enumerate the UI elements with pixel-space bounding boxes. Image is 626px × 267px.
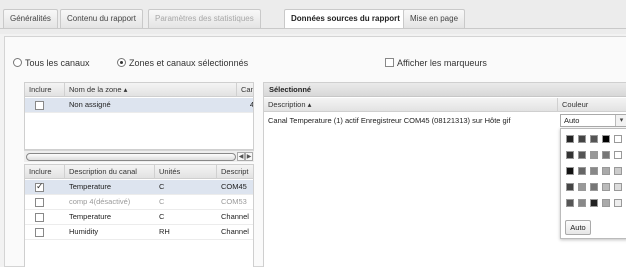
col-zone-name-label: Nom de la zone <box>69 85 122 94</box>
color-swatch[interactable] <box>578 135 586 143</box>
color-swatch[interactable] <box>566 183 574 191</box>
color-swatch[interactable] <box>590 151 598 159</box>
radio-circle-selected-icon[interactable] <box>117 58 126 67</box>
col-include-header[interactable]: Inclure <box>25 83 65 97</box>
tab-donnees-sources[interactable]: Données sources du rapport <box>284 9 407 29</box>
channel-extra: COM53 <box>221 197 247 206</box>
col-color-header[interactable]: Couleur <box>558 98 626 112</box>
color-swatch[interactable] <box>578 199 586 207</box>
channel-description: Temperature <box>69 212 112 221</box>
zone-row[interactable]: Non assigné 4 <box>25 98 253 113</box>
tab-content-panel: Tous les canaux Zones et canaux sélectio… <box>4 36 626 267</box>
channel-extra: Channel <box>221 212 249 221</box>
color-swatch[interactable] <box>566 135 574 143</box>
arrow-left-icon[interactable]: ◀ <box>237 152 245 161</box>
color-swatch[interactable] <box>602 199 610 207</box>
col-units-header[interactable]: Unités <box>155 165 217 179</box>
color-swatch[interactable] <box>614 151 622 159</box>
col-channel-description-header[interactable]: Description du canal <box>65 165 155 179</box>
channel-row[interactable]: comp 4(désactivé) C COM53 <box>25 195 253 210</box>
channel-description: Temperature <box>69 182 112 191</box>
color-swatch[interactable] <box>590 199 598 207</box>
zones-grid-header: Inclure Nom de la zone ▴ Can <box>25 83 253 97</box>
selected-channel-description: Canal Temperature (1) actif Enregistreur… <box>268 116 511 125</box>
channel-unit: RH <box>159 227 170 236</box>
tab-parametres-statistiques: Paramètres des statistiques <box>148 9 261 28</box>
col-description-header[interactable]: Description ▴ <box>264 98 558 112</box>
arrow-right-icon[interactable]: ▶ <box>245 152 253 161</box>
tab-divider <box>0 28 626 29</box>
color-swatch[interactable] <box>578 151 586 159</box>
selected-grid-header: Description ▴ Couleur <box>264 98 626 112</box>
include-checkbox[interactable] <box>35 213 44 222</box>
color-swatch[interactable] <box>602 151 610 159</box>
channel-row[interactable]: Humidity RH Channel <box>25 225 253 240</box>
auto-color-button[interactable]: Auto <box>565 220 591 235</box>
radio-selected-zones-label: Zones et canaux sélectionnés <box>129 58 249 68</box>
color-swatch[interactable] <box>566 167 574 175</box>
radio-all-channels-label: Tous les canaux <box>25 58 90 68</box>
include-checkbox-checked[interactable] <box>35 181 44 192</box>
sort-ascending-icon: ▴ <box>307 100 312 109</box>
include-checkbox[interactable] <box>35 228 44 237</box>
scrollbar-thumb[interactable] <box>26 153 236 161</box>
channel-description: comp 4(désactivé) <box>69 197 131 206</box>
tab-contenu-du-rapport[interactable]: Contenu du rapport <box>60 9 143 28</box>
color-swatch[interactable] <box>578 167 586 175</box>
color-swatch[interactable] <box>590 183 598 191</box>
color-swatch[interactable] <box>602 167 610 175</box>
col-include-header[interactable]: Inclure <box>25 165 65 179</box>
channels-grid: Inclure Description du canal Unités Desc… <box>24 164 254 267</box>
color-palette: Auto <box>560 128 626 239</box>
color-swatch[interactable] <box>566 151 574 159</box>
channel-unit: C <box>159 212 165 221</box>
col-description-header[interactable]: Descript <box>217 165 253 179</box>
channels-grid-header: Inclure Description du canal Unités Desc… <box>25 165 253 179</box>
color-swatch[interactable] <box>590 167 598 175</box>
channel-unit: C <box>159 182 165 191</box>
zone-name: Non assigné <box>69 100 111 109</box>
checkbox-icon[interactable] <box>385 58 394 67</box>
tab-mise-en-page[interactable]: Mise en page <box>403 9 466 28</box>
radio-all-channels[interactable]: Tous les canaux <box>13 58 90 68</box>
color-swatch[interactable] <box>578 183 586 191</box>
selected-panel-title: Sélectionné <box>264 83 626 97</box>
color-swatch[interactable] <box>614 135 622 143</box>
sort-ascending-icon: ▴ <box>123 85 128 94</box>
color-select[interactable]: Auto ▾ <box>560 114 626 127</box>
include-checkbox[interactable] <box>35 101 44 110</box>
chevron-down-icon[interactable]: ▾ <box>615 115 626 126</box>
channel-row[interactable]: Temperature C COM45 <box>25 180 253 195</box>
radio-selected-zones[interactable]: Zones et canaux sélectionnés <box>117 58 248 68</box>
show-markers-label: Afficher les marqueurs <box>397 58 487 68</box>
channel-unit: C <box>159 197 165 206</box>
color-swatch[interactable] <box>602 135 610 143</box>
include-checkbox[interactable] <box>35 198 44 207</box>
tab-generalites[interactable]: Généralités <box>3 9 58 28</box>
col-description-label: Description <box>268 100 306 109</box>
channel-description: Humidity <box>69 227 99 236</box>
zones-grid: Inclure Nom de la zone ▴ Can Non assigné… <box>24 82 254 150</box>
color-select-value: Auto <box>564 116 580 125</box>
color-swatch[interactable] <box>566 199 574 207</box>
color-swatch[interactable] <box>602 183 610 191</box>
radio-circle-icon[interactable] <box>13 58 22 67</box>
channel-row[interactable]: Temperature C Channel <box>25 210 253 225</box>
show-markers-checkbox[interactable]: Afficher les marqueurs <box>385 58 487 68</box>
color-swatch[interactable] <box>614 167 622 175</box>
col-channels-header[interactable]: Can <box>237 83 253 97</box>
zone-channel-count: 4 <box>249 100 254 109</box>
color-swatch[interactable] <box>614 183 622 191</box>
color-swatch[interactable] <box>614 199 622 207</box>
col-zone-name-header[interactable]: Nom de la zone ▴ <box>65 83 237 97</box>
channel-extra: COM45 <box>221 182 247 191</box>
zones-horizontal-scrollbar[interactable]: ◀ ▶ <box>24 150 254 162</box>
color-swatch[interactable] <box>590 135 598 143</box>
channel-extra: Channel <box>221 227 249 236</box>
